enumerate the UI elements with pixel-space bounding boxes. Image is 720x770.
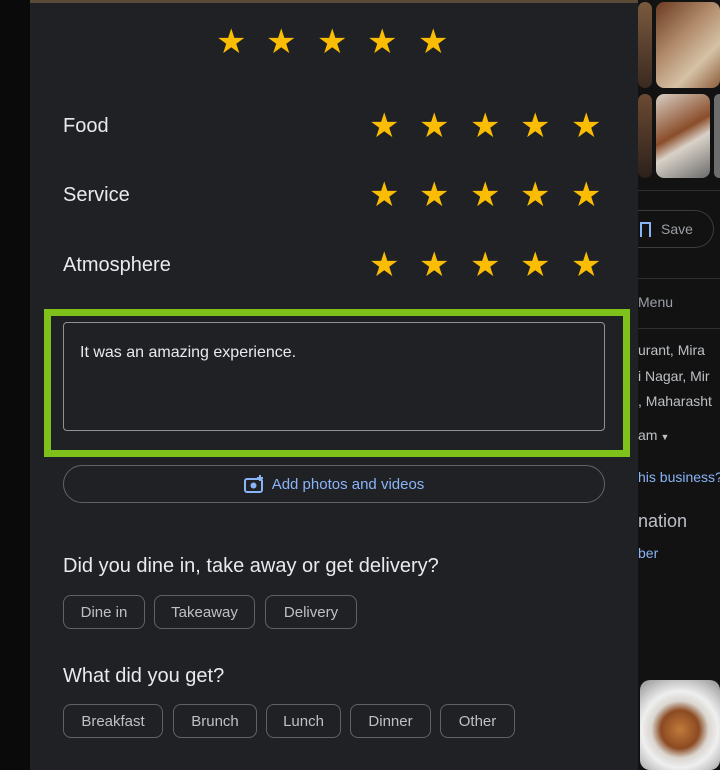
phone-link[interactable]: ber	[638, 545, 658, 561]
star-icon[interactable]: ★	[470, 248, 500, 282]
star-icon[interactable]: ★	[418, 25, 448, 59]
chip-delivery[interactable]: Delivery	[265, 595, 357, 629]
photo-thumbnail[interactable]	[638, 2, 652, 88]
divider	[638, 328, 720, 329]
save-button[interactable]: Save	[638, 210, 714, 248]
star-icon[interactable]: ★	[470, 178, 500, 212]
divider	[638, 190, 720, 191]
bookmark-icon	[640, 221, 651, 242]
review-textarea[interactable]: It was an amazing experience.	[63, 322, 605, 431]
address-line: , Maharasht	[638, 393, 712, 409]
meal-question: What did you get?	[63, 665, 225, 687]
add-photos-button[interactable]: Add photos and videos	[63, 465, 605, 503]
chip-other[interactable]: Other	[440, 704, 515, 738]
caret-down-icon: ▼	[660, 432, 670, 442]
tab-menu[interactable]: Menu	[638, 294, 673, 310]
chip-brunch[interactable]: Brunch	[173, 704, 257, 738]
star-icon[interactable]: ★	[369, 178, 399, 212]
add-photos-label: Add photos and videos	[271, 475, 425, 493]
dining-question: Did you dine in, take away or get delive…	[63, 555, 439, 577]
add-photo-icon	[243, 475, 263, 493]
star-icon[interactable]: ★	[419, 109, 449, 143]
chip-dine-in[interactable]: Dine in	[63, 595, 145, 629]
star-icon[interactable]: ★	[571, 248, 601, 282]
star-icon[interactable]: ★	[520, 178, 550, 212]
star-icon[interactable]: ★	[367, 25, 397, 59]
star-icon[interactable]: ★	[317, 25, 347, 59]
save-label: Save	[661, 221, 693, 237]
photo-thumbnail[interactable]	[656, 2, 720, 88]
star-icon[interactable]: ★	[571, 178, 601, 212]
star-icon[interactable]: ★	[571, 109, 601, 143]
background-place-panel: Save Menu urant, Mira i Nagar, Mir , Mah…	[638, 0, 720, 770]
hours-label: am	[638, 427, 658, 443]
star-icon[interactable]: ★	[216, 25, 246, 59]
left-backdrop	[0, 0, 30, 770]
chip-dinner[interactable]: Dinner	[350, 704, 431, 738]
hours-dropdown[interactable]: am ▼	[638, 427, 669, 443]
photo-thumbnail[interactable]	[638, 94, 652, 178]
service-label: Service	[63, 184, 130, 206]
photo-thumbnail[interactable]	[640, 680, 720, 770]
chip-breakfast[interactable]: Breakfast	[63, 704, 163, 738]
claim-business-link[interactable]: his business?	[638, 469, 720, 485]
chip-takeaway[interactable]: Takeaway	[154, 595, 255, 629]
star-icon[interactable]: ★	[520, 109, 550, 143]
star-icon[interactable]: ★	[419, 248, 449, 282]
divider	[638, 278, 720, 279]
section-heading: nation	[638, 511, 688, 531]
chip-lunch[interactable]: Lunch	[266, 704, 341, 738]
review-text: It was an amazing experience.	[80, 344, 297, 361]
review-dialog: ★ ★ ★ ★ ★ Food ★ ★ ★ ★ ★ Service ★ ★ ★ ★…	[30, 3, 638, 770]
star-icon[interactable]: ★	[419, 178, 449, 212]
star-icon[interactable]: ★	[520, 248, 550, 282]
address-line: urant, Mira	[638, 342, 705, 358]
atmosphere-label: Atmosphere	[63, 254, 171, 276]
star-icon[interactable]: ★	[369, 109, 399, 143]
address-line: i Nagar, Mir	[638, 368, 710, 384]
photo-thumbnail[interactable]	[714, 94, 720, 178]
star-icon[interactable]: ★	[266, 25, 296, 59]
star-icon[interactable]: ★	[369, 248, 399, 282]
food-label: Food	[63, 115, 109, 137]
star-icon[interactable]: ★	[470, 109, 500, 143]
photo-thumbnail[interactable]	[656, 94, 710, 178]
